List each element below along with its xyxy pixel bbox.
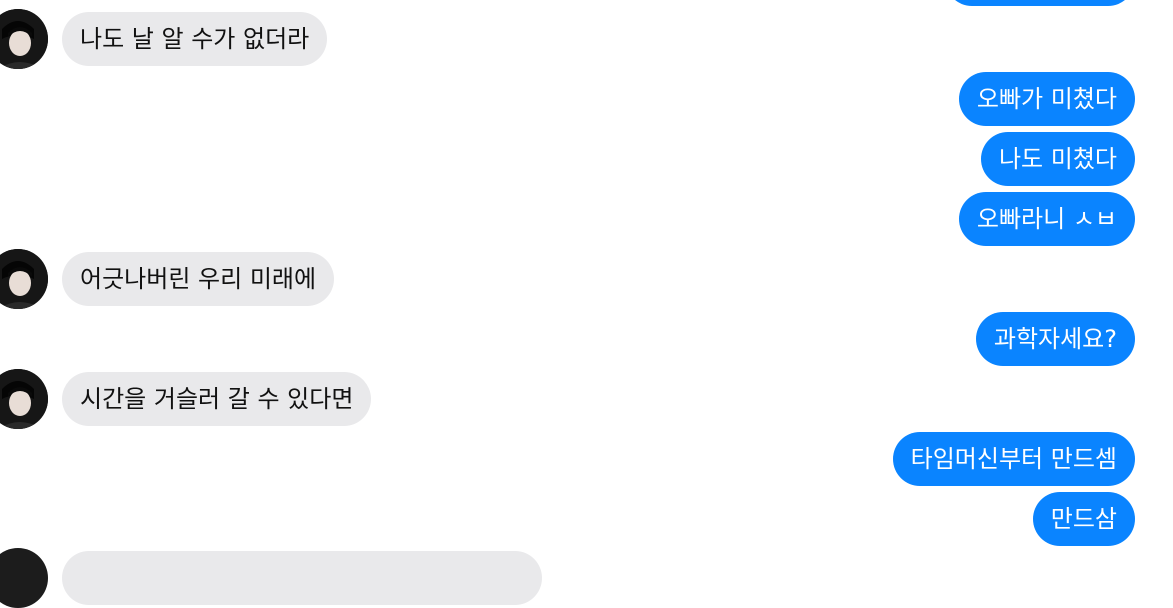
- message-bubble-incoming[interactable]: 시간을 거슬러 갈 수 있다면: [62, 372, 372, 426]
- message-bubble-cutoff: [945, 0, 1135, 6]
- avatar[interactable]: [0, 369, 48, 429]
- message-bubble-outgoing[interactable]: 만드삼: [1032, 492, 1135, 546]
- avatar-photo-icon: [0, 249, 48, 309]
- avatar[interactable]: [0, 249, 48, 309]
- message-bubble-cutoff: [62, 551, 542, 605]
- message-bubble-outgoing[interactable]: 오빠라니 ㅅㅂ: [958, 192, 1135, 246]
- message-bubble-outgoing[interactable]: 오빠가 미쳤다: [958, 72, 1135, 126]
- message-bubble-incoming[interactable]: 나도 날 알 수가 없더라: [62, 12, 328, 66]
- avatar-photo-icon: [0, 369, 48, 429]
- message-bubble-outgoing[interactable]: 과학자세요?: [975, 312, 1135, 366]
- message-bubble-incoming[interactable]: 어긋나버린 우리 미래에: [62, 252, 335, 306]
- avatar[interactable]: [0, 9, 48, 69]
- avatar[interactable]: [0, 548, 48, 608]
- message-bubble-outgoing[interactable]: 나도 미쳤다: [980, 132, 1135, 186]
- avatar-photo-icon: [0, 9, 48, 69]
- chat-thread: 나도 날 알 수가 없더라 오빠가 미쳤다 나도 미쳤다 오빠라니 ㅅㅂ 어긋나…: [0, 0, 1173, 608]
- message-bubble-outgoing[interactable]: 타임머신부터 만드셈: [892, 432, 1135, 486]
